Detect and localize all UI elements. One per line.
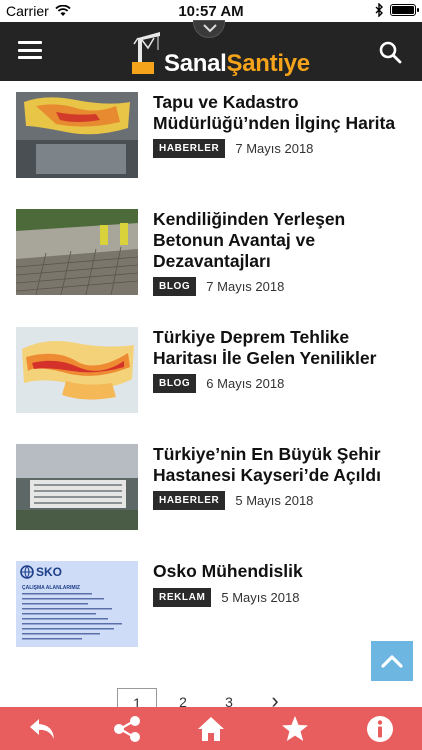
scroll-to-top-button[interactable] — [371, 641, 413, 681]
article-thumbnail[interactable]: SKO ÇALIŞMA ALANLARIMIZ — [16, 561, 138, 647]
battery-icon — [390, 4, 419, 16]
article-item[interactable]: SKO ÇALIŞMA ALANLARIMIZ Osko Mühendislik… — [0, 561, 422, 651]
bluetooth-icon — [375, 3, 383, 17]
article-date: 6 Mayıs 2018 — [206, 376, 285, 391]
article-thumbnail[interactable] — [16, 327, 138, 413]
search-icon[interactable] — [378, 40, 402, 64]
info-icon[interactable] — [360, 709, 400, 749]
article-title[interactable]: Tapu ve Kadastro Müdürlüğü’nden İlginç H… — [153, 92, 415, 134]
article-date: 5 Mayıs 2018 — [221, 590, 300, 605]
logo-part-1: Sanal — [164, 50, 227, 77]
app-header: SanalŞantiye — [0, 20, 422, 81]
chevron-down-icon[interactable] — [193, 20, 225, 38]
article-title[interactable]: Türkiye’nin En Büyük Şehir Hastanesi Kay… — [153, 444, 415, 486]
article-thumbnail[interactable] — [16, 92, 138, 178]
logo-text: SanalŞantiye — [164, 50, 310, 78]
article-meta: REKLAM 5 Mayıs 2018 — [153, 588, 299, 607]
home-icon[interactable] — [191, 709, 231, 749]
article-meta: HABERLER 7 Mayıs 2018 — [153, 139, 313, 158]
osko-heading: ÇALIŞMA ALANLARIMIZ — [22, 585, 80, 591]
osko-logo-text: SKO — [36, 565, 63, 579]
chevron-up-icon — [381, 655, 403, 668]
status-time: 10:57 AM — [178, 3, 244, 20]
article-meta: HABERLER 5 Mayıs 2018 — [153, 491, 313, 510]
status-right — [375, 3, 419, 17]
article-thumbnail[interactable] — [16, 444, 138, 530]
category-badge[interactable]: BLOG — [153, 277, 197, 296]
article-title[interactable]: Osko Mühendislik — [153, 561, 415, 582]
article-date: 7 Mayıs 2018 — [235, 141, 314, 156]
article-meta: BLOG 6 Mayıs 2018 — [153, 374, 284, 393]
article-date: 5 Mayıs 2018 — [235, 493, 314, 508]
category-badge[interactable]: HABERLER — [153, 139, 226, 158]
category-badge[interactable]: BLOG — [153, 374, 197, 393]
article-item[interactable]: Türkiye Deprem Tehlike Haritası İle Gele… — [0, 327, 422, 417]
logo-part-2: Şantiye — [226, 50, 311, 77]
article-title[interactable]: Türkiye Deprem Tehlike Haritası İle Gele… — [153, 327, 415, 369]
back-icon[interactable] — [22, 709, 62, 749]
article-title[interactable]: Kendiliğinden Yerleşen Betonun Avantaj v… — [153, 209, 415, 272]
site-logo[interactable]: SanalŞantiye — [128, 20, 310, 80]
bottom-tab-bar — [0, 707, 422, 750]
category-badge[interactable]: REKLAM — [153, 588, 212, 607]
crane-icon — [132, 32, 160, 74]
article-meta: BLOG 7 Mayıs 2018 — [153, 277, 284, 296]
category-badge[interactable]: HABERLER — [153, 491, 226, 510]
article-item[interactable]: Türkiye’nin En Büyük Şehir Hastanesi Kay… — [0, 444, 422, 534]
hamburger-menu-icon[interactable] — [18, 41, 42, 59]
globe-icon — [20, 565, 34, 579]
article-date: 7 Mayıs 2018 — [206, 279, 285, 294]
osko-logo: SKO — [20, 565, 62, 579]
article-item[interactable]: Kendiliğinden Yerleşen Betonun Avantaj v… — [0, 209, 422, 299]
status-bar: Carrier 10:57 AM — [0, 0, 422, 22]
share-icon[interactable] — [107, 709, 147, 749]
article-thumbnail[interactable] — [16, 209, 138, 295]
star-icon[interactable] — [275, 709, 315, 749]
article-item[interactable]: Tapu ve Kadastro Müdürlüğü’nden İlginç H… — [0, 92, 422, 182]
